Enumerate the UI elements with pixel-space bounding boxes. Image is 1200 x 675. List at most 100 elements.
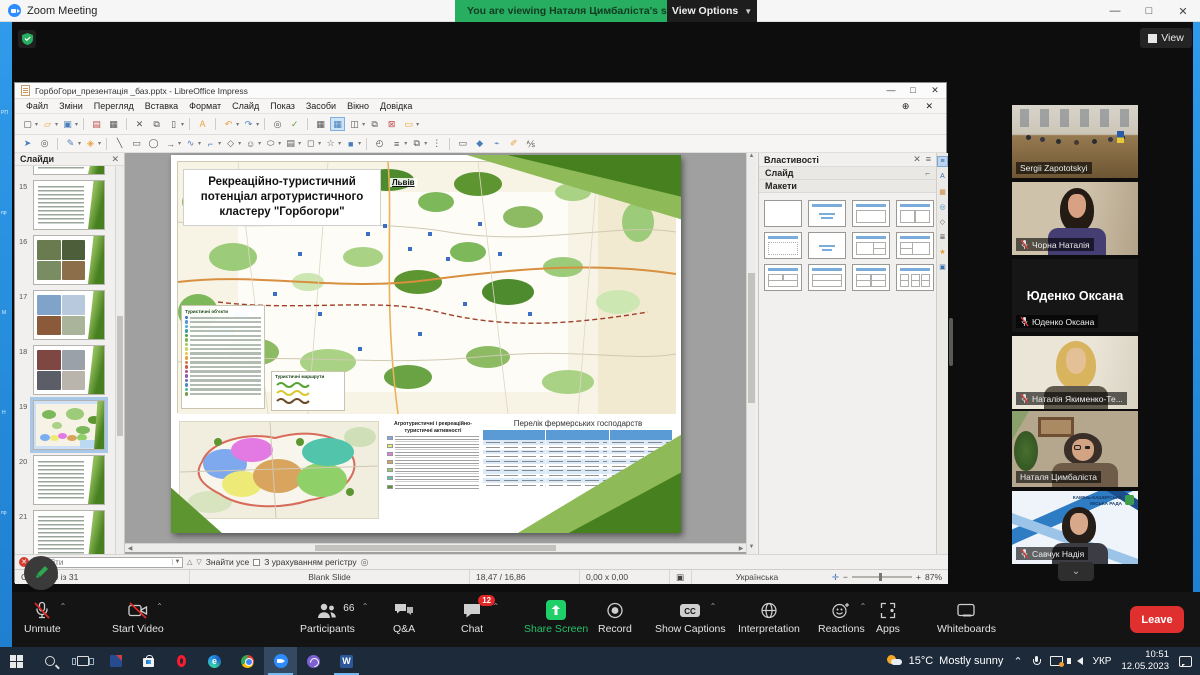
master-slides-tab-icon[interactable]: ▣: [937, 261, 948, 272]
connector-icon[interactable]: ⌐: [203, 137, 218, 151]
interpretation-button[interactable]: Interpretation: [738, 600, 800, 635]
delete-slide-icon[interactable]: ⊠: [384, 117, 399, 131]
copy-icon[interactable]: ⧉: [149, 117, 164, 131]
ellipse-icon[interactable]: ◯: [146, 137, 161, 151]
layout-title-content-2content[interactable]: [852, 232, 890, 259]
participant-tile[interactable]: Чорна Наталія: [1012, 182, 1138, 255]
minimize-button[interactable]: —: [1098, 0, 1132, 22]
paste-icon[interactable]: ▯: [166, 117, 181, 131]
curve-icon[interactable]: ∿: [183, 137, 198, 151]
section-slide[interactable]: Слайд⌐: [759, 167, 936, 180]
spelling-icon[interactable]: ✓: [287, 117, 302, 131]
zoom-percent[interactable]: 87%: [925, 572, 942, 582]
find-replace-icon[interactable]: ◎: [270, 117, 285, 131]
percent-icon[interactable]: ⅍: [523, 137, 538, 151]
update-icon[interactable]: ⊕: [897, 101, 915, 112]
slide-thumb-21[interactable]: 21: [33, 510, 105, 554]
chevron-up-icon[interactable]: ⌃: [156, 602, 163, 611]
new-slide-icon[interactable]: ⧉: [367, 117, 382, 131]
glue-points-icon[interactable]: ◆: [472, 137, 487, 151]
callout-icon[interactable]: ◻: [303, 137, 318, 151]
align-icon[interactable]: ≡: [389, 137, 404, 151]
tray-cast-icon[interactable]: [1050, 656, 1063, 666]
fit-page-icon[interactable]: ✛: [832, 572, 839, 583]
menu-slideshow[interactable]: Показ: [265, 101, 300, 111]
menu-slide[interactable]: Слайд: [227, 101, 264, 111]
menu-help[interactable]: Довідка: [375, 101, 417, 111]
clone-formatting-icon[interactable]: A: [195, 117, 210, 131]
impress-maximize-button[interactable]: □: [902, 85, 924, 96]
chevron-up-icon[interactable]: ⌃: [710, 602, 717, 611]
participant-tile[interactable]: Sergii Zapototskyi: [1012, 105, 1138, 178]
find-next-icon[interactable]: ▽: [196, 558, 201, 566]
slides-panel-scrollbar[interactable]: [115, 166, 124, 554]
zoom-out-icon[interactable]: −: [843, 572, 848, 582]
status-language[interactable]: Українська: [692, 570, 822, 584]
shapes-tab-icon[interactable]: ◇: [937, 216, 948, 227]
chevron-up-icon[interactable]: ⌃: [492, 602, 499, 611]
leave-button[interactable]: Leave: [1130, 606, 1184, 633]
view-layout-button[interactable]: View: [1140, 28, 1192, 48]
chevron-up-icon[interactable]: ⌃: [60, 602, 67, 611]
slides-panel-close-icon[interactable]: ✕: [111, 154, 119, 165]
participant-tile[interactable]: Наталія Якименко-Те...: [1012, 336, 1138, 409]
find-replace-icon[interactable]: ◎: [361, 557, 369, 568]
viber-button[interactable]: [297, 647, 330, 675]
slide-thumb-16[interactable]: 16: [33, 235, 105, 285]
layout-4content[interactable]: [852, 264, 890, 291]
find-all-button[interactable]: Знайти усе: [206, 557, 249, 567]
find-dropdown-icon[interactable]: ▼: [172, 559, 182, 565]
animation-tab-icon[interactable]: ★: [937, 246, 948, 257]
insert-comment-icon[interactable]: ▭: [401, 117, 416, 131]
impress-close-button[interactable]: ✕: [924, 85, 946, 96]
save-icon[interactable]: ▣: [60, 117, 75, 131]
layout-6content[interactable]: [896, 264, 934, 291]
view-options-button[interactable]: View Options▼: [667, 0, 757, 22]
fit-slide-icon[interactable]: ▣: [670, 570, 692, 584]
find-previous-icon[interactable]: △: [187, 558, 192, 566]
zoom-in-icon[interactable]: +: [916, 572, 921, 582]
open-icon[interactable]: ▱: [40, 117, 55, 131]
select-icon[interactable]: ➤: [20, 137, 35, 151]
unmute-button[interactable]: ⌃ Unmute: [24, 600, 61, 635]
fill-color-icon[interactable]: ◈: [83, 137, 98, 151]
undo-icon[interactable]: ↶: [221, 117, 236, 131]
word-button[interactable]: W: [330, 647, 363, 675]
slide-title[interactable]: Рекреаційно-туристичний потенціал агроту…: [183, 169, 381, 226]
slide-thumb-18[interactable]: 18: [33, 345, 105, 395]
weather-widget[interactable]: 15°C Mostly sunny: [887, 655, 1004, 667]
menu-insert[interactable]: Вставка: [140, 101, 183, 111]
taskbar-search-button[interactable]: [33, 647, 66, 675]
reactions-button[interactable]: ⌃ Reactions: [818, 600, 865, 635]
3d-objects-icon[interactable]: ■: [343, 137, 358, 151]
meeting-security-shield-icon[interactable]: [18, 30, 36, 48]
properties-close-icon[interactable]: ✕: [913, 154, 921, 165]
arrange-icon[interactable]: ⧉: [409, 137, 424, 151]
tray-mic-icon[interactable]: [1033, 656, 1040, 666]
zoom-icon[interactable]: ◎: [37, 137, 52, 151]
show-hidden-icons[interactable]: ⌃: [1013, 655, 1022, 668]
share-screen-button[interactable]: Share Screen: [524, 600, 588, 635]
edge-button[interactable]: e: [198, 647, 231, 675]
slide-thumb-20[interactable]: 20: [33, 455, 105, 505]
layout-2content-over-content[interactable]: [764, 264, 802, 291]
record-button[interactable]: Record: [598, 600, 632, 635]
close-document-icon[interactable]: ✕: [920, 101, 938, 112]
outline-tab-icon[interactable]: ≣: [937, 231, 948, 242]
display-grid-icon[interactable]: ▦: [313, 117, 328, 131]
taskbar-app-button[interactable]: [99, 647, 132, 675]
points-icon[interactable]: ▭: [455, 137, 470, 151]
menu-edit[interactable]: Зміни: [54, 101, 88, 111]
participant-tile-active-speaker[interactable]: Наталя Цимбаліста: [1012, 411, 1138, 487]
menu-view[interactable]: Перегляд: [89, 101, 139, 111]
display-views-icon[interactable]: ◫: [347, 117, 362, 131]
arrow-icon[interactable]: →: [163, 137, 178, 151]
layout-title-content[interactable]: [808, 200, 846, 227]
match-case-checkbox[interactable]: [253, 559, 260, 566]
menu-tools[interactable]: Засоби: [301, 101, 341, 111]
slide-thumb-partial[interactable]: [33, 166, 105, 175]
rectangle-icon[interactable]: ▭: [129, 137, 144, 151]
section-layouts[interactable]: Макети: [759, 180, 936, 193]
menu-file[interactable]: Файл: [21, 101, 53, 111]
zoom-app-button[interactable]: [264, 647, 297, 675]
